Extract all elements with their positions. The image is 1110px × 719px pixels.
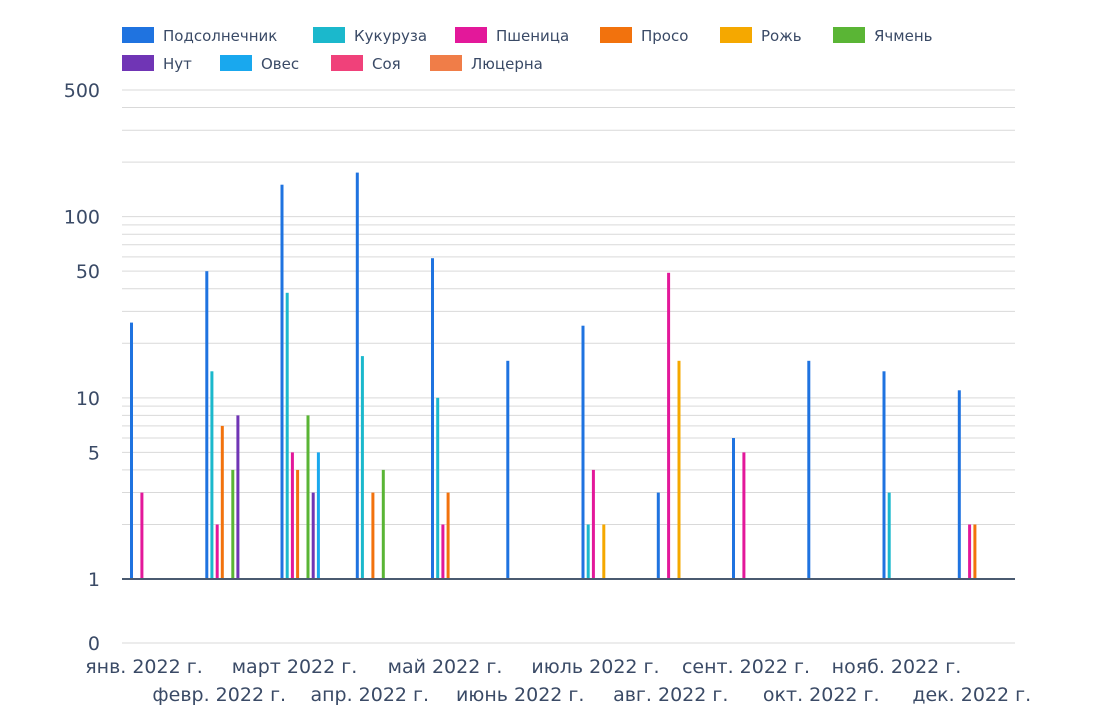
legend: Подсолнечник Кукуруза Пшеница Просо Рожь Ячме… (122, 27, 932, 73)
legend-label: Соя (372, 55, 401, 73)
x-category-label: янв. 2022 г. (85, 656, 203, 678)
legend-swatch (720, 27, 752, 43)
x-category-label: дек. 2022 г. (912, 684, 1031, 706)
bar-5-7 (602, 524, 606, 579)
bars (130, 172, 977, 579)
bar-4-4 (371, 492, 375, 579)
legend-swatch (833, 27, 865, 43)
bar-1-8 (656, 492, 660, 579)
legend-label: Кукуруза (354, 27, 427, 45)
bar-7-2 (236, 415, 240, 579)
legend-swatch (331, 55, 363, 71)
legend-label: Просо (641, 27, 688, 45)
bar-2-5 (436, 397, 440, 579)
bar-6-2 (231, 469, 235, 579)
bar-1-6 (506, 360, 510, 579)
bar-4-2 (220, 425, 224, 579)
bar-1-10 (807, 360, 811, 579)
legend-label: Нут (163, 55, 192, 73)
y-tick-label: 50 (76, 261, 100, 283)
y-tick-label: 5 (88, 442, 100, 464)
x-category-label: июнь 2022 г. (456, 684, 584, 706)
bar-3-2 (215, 524, 219, 579)
x-category-label: июль 2022 г. (531, 656, 659, 678)
bar-3-7 (591, 469, 595, 579)
legend-swatch (122, 55, 154, 71)
legend-swatch (600, 27, 632, 43)
bar-1-4 (355, 172, 359, 579)
bar-6-3 (306, 415, 310, 579)
bar-2-2 (210, 371, 214, 579)
x-axis-labels: янв. 2022 г. февр. 2022 г. март 2022 г. апр… (85, 656, 1031, 706)
x-category-label: март 2022 г. (232, 656, 358, 678)
legend-label: Подсолнечник (163, 27, 277, 45)
bar-4-5 (446, 492, 450, 579)
bar-6-4 (381, 469, 385, 579)
legend-swatch (313, 27, 345, 43)
x-category-label: апр. 2022 г. (310, 684, 429, 706)
y-tick-label: 1 (88, 569, 100, 591)
legend-label: Пшеница (496, 27, 569, 45)
y-axis-ticks: 5001005010510 (64, 80, 100, 655)
bar-chart: 5001005010510 янв. 2022 г.февр. 2022 г.м… (64, 27, 1031, 706)
bar-5-8 (677, 360, 681, 579)
legend-label: Ячмень (874, 27, 932, 45)
bar-3-12 (968, 524, 972, 579)
bar-2-11 (887, 492, 891, 579)
y-tick-label: 10 (76, 388, 100, 410)
bar-1-11 (882, 371, 886, 579)
bar-1-5 (431, 258, 434, 579)
bar-2-4 (360, 356, 364, 579)
bar-1-2 (205, 271, 209, 579)
bar-3-5 (441, 524, 445, 579)
x-category-label: авг. 2022 г. (613, 684, 728, 706)
x-category-label: сент. 2022 г. (682, 656, 810, 678)
x-category-label: нояб. 2022 г. (832, 656, 962, 678)
bar-2-3 (285, 292, 289, 579)
legend-swatch (430, 55, 462, 71)
x-category-label: май 2022 г. (388, 656, 503, 678)
y-tick-label: 0 (88, 633, 100, 655)
bar-1-1 (130, 322, 133, 579)
legend-swatch (455, 27, 487, 43)
bar-4-3 (296, 469, 300, 579)
bar-8-3 (316, 452, 320, 579)
legend-label: Рожь (761, 27, 802, 45)
bar-1-7 (581, 325, 585, 579)
bar-3-9 (742, 452, 746, 579)
bar-2-7 (586, 524, 590, 579)
bar-7-3 (311, 492, 315, 579)
legend-swatch (220, 55, 252, 71)
bar-1-3 (280, 184, 284, 579)
bar-3-8 (667, 272, 671, 579)
legend-label: Овес (261, 55, 299, 73)
bar-1-9 (732, 438, 735, 579)
x-category-label: февр. 2022 г. (152, 684, 286, 706)
bar-3-3 (290, 452, 294, 579)
legend-label: Люцерна (471, 55, 543, 73)
legend-swatch (122, 27, 154, 43)
bar-1-12 (957, 390, 961, 579)
bar-3-1 (140, 492, 144, 579)
y-tick-label: 500 (64, 80, 100, 102)
y-tick-label: 100 (64, 207, 100, 229)
x-category-label: окт. 2022 г. (763, 684, 880, 706)
bar-4-12 (973, 524, 977, 579)
grid-lines (122, 89, 1015, 644)
